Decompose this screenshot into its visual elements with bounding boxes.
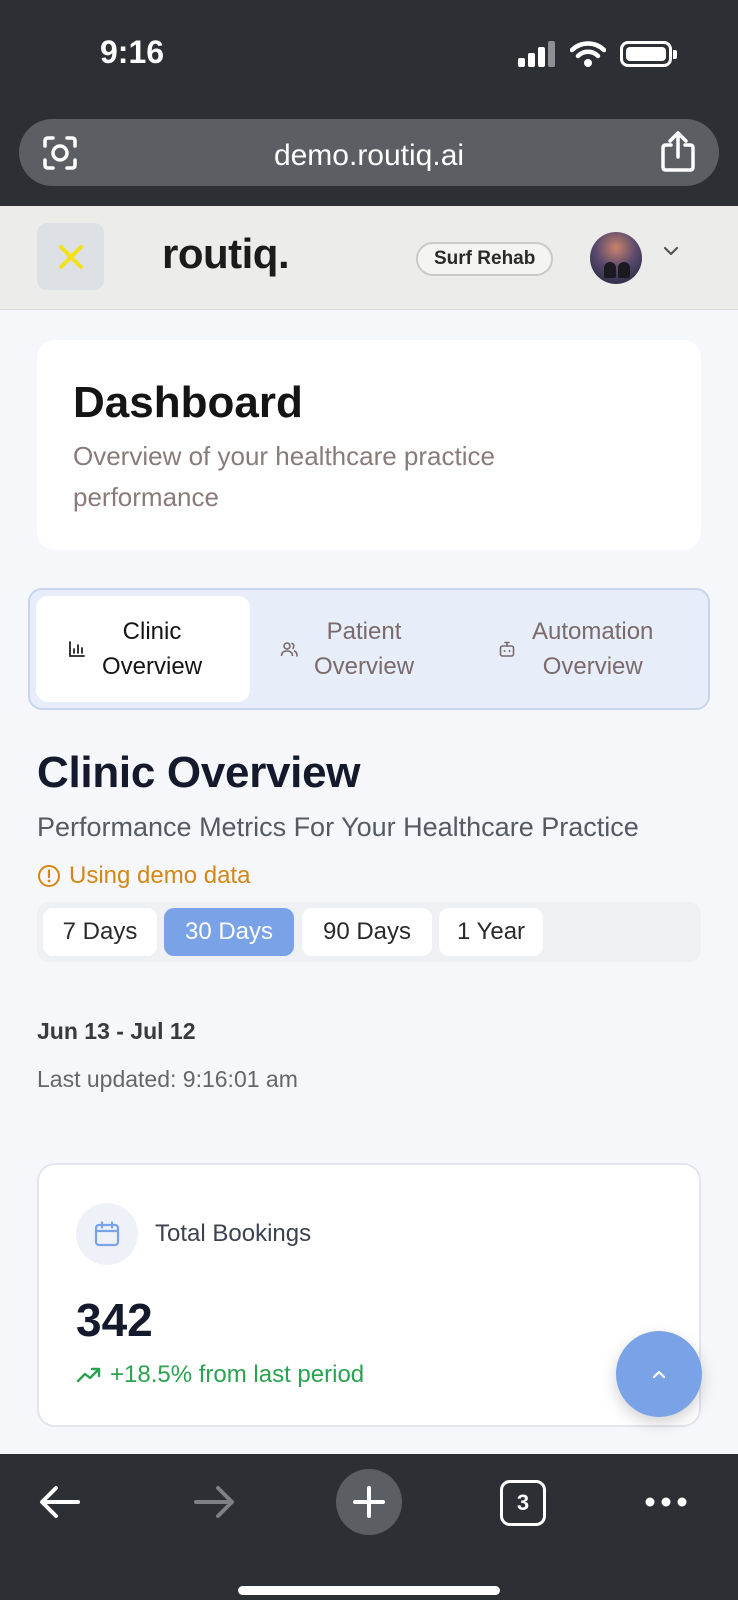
trending-up-icon [76, 1367, 101, 1383]
range-90-days-button[interactable]: 90 Days [302, 908, 432, 956]
app-header: routiq. Surf Rehab [0, 206, 738, 310]
overview-tabs: Clinic Overview Patient Overview Automat… [28, 588, 710, 710]
clinic-badge: Surf Rehab [416, 242, 554, 276]
metric-icon-wrap [76, 1203, 138, 1265]
status-icons [518, 40, 677, 68]
close-icon [58, 244, 83, 269]
last-updated: Last updated: 9:16:01 am [37, 1066, 298, 1092]
chevron-up-icon [652, 1370, 666, 1379]
browser-toolbar: demo.routiq.ai [0, 110, 738, 206]
bar-chart-icon [69, 641, 85, 657]
range-1-year-button[interactable]: 1 Year [439, 908, 543, 956]
back-button[interactable] [30, 1468, 90, 1536]
share-icon[interactable] [659, 131, 697, 173]
tab-label: Patient Overview [314, 618, 415, 680]
tab-label: Automation Overview [532, 618, 654, 680]
signal-icon [518, 41, 555, 67]
status-time: 9:16 [100, 34, 165, 70]
wifi-icon [570, 41, 606, 67]
metric-card-total-bookings: Total Bookings 342 +18.5% from last peri… [37, 1163, 701, 1427]
plus-icon [353, 1486, 385, 1518]
demo-data-notice: Using demo data [37, 862, 250, 890]
screen: 9:16 demo.routiq.ai routiq. Surf Rehab D… [0, 0, 738, 1600]
range-30-days-button[interactable]: 30 Days [164, 908, 294, 956]
url-text[interactable]: demo.routiq.ai [19, 139, 719, 173]
dashboard-header-card: Dashboard Overview of your healthcare pr… [37, 340, 701, 550]
tab-patient-overview[interactable]: Patient Overview [280, 596, 414, 702]
calendar-icon [94, 1221, 120, 1247]
range-7-days-button[interactable]: 7 Days [43, 908, 157, 956]
tabs-button[interactable]: 3 [500, 1480, 546, 1526]
tab-clinic-overview[interactable]: Clinic Overview [36, 596, 250, 702]
metric-label: Total Bookings [155, 1220, 312, 1247]
battery-icon [620, 41, 677, 67]
chevron-down-icon[interactable] [662, 242, 680, 260]
metric-value: 342 [76, 1294, 153, 1346]
demo-data-text: Using demo data [69, 862, 251, 889]
page-title: Dashboard [73, 378, 303, 427]
new-tab-button[interactable] [336, 1469, 402, 1535]
users-icon [280, 642, 298, 657]
bot-icon [499, 641, 515, 657]
section-title: Clinic Overview [37, 748, 361, 797]
date-range-label: Jun 13 - Jul 12 [37, 1018, 196, 1044]
home-indicator [238, 1586, 500, 1595]
arrow-right-icon [194, 1486, 234, 1518]
status-bar: 9:16 [0, 0, 738, 110]
forward-button[interactable] [184, 1468, 244, 1536]
main-content: Dashboard Overview of your healthcare pr… [0, 310, 738, 1454]
more-button[interactable] [636, 1468, 696, 1536]
tab-label: Clinic Overview [102, 618, 203, 680]
avatar[interactable] [590, 232, 642, 284]
alert-circle-icon [38, 865, 60, 887]
address-bar[interactable]: demo.routiq.ai [19, 119, 719, 186]
section-subtitle: Performance Metrics For Your Healthcare … [37, 812, 639, 842]
date-range-selector: 7 Days 30 Days 90 Days 1 Year [37, 902, 701, 962]
tab-automation-overview[interactable]: Automation Overview [498, 596, 653, 702]
arrow-left-icon [40, 1486, 80, 1518]
close-menu-button[interactable] [37, 223, 104, 290]
browser-bottom-bar: 3 [0, 1454, 738, 1600]
more-horizontal-icon [645, 1497, 687, 1507]
metric-trend: +18.5% from last period [76, 1361, 364, 1389]
brand-logo[interactable]: routiq. [162, 230, 290, 278]
page-subtitle: Overview of your healthcare practice per… [73, 441, 495, 512]
metric-trend-text: +18.5% from last period [110, 1361, 365, 1388]
scroll-to-top-button[interactable] [616, 1331, 702, 1417]
